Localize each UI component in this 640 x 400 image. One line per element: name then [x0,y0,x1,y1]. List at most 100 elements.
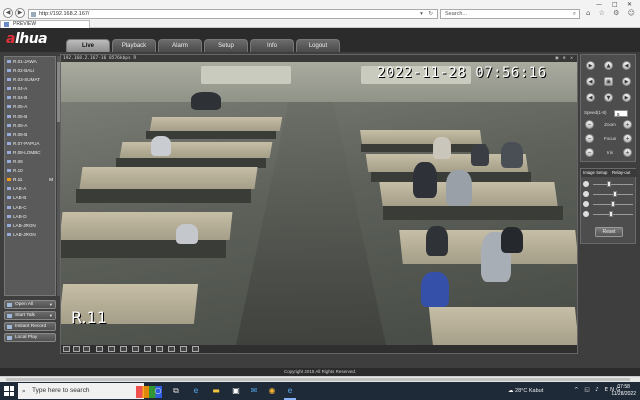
task-view-icon[interactable]: ⧉ [170,385,182,397]
stream-icon[interactable] [192,346,199,352]
layout-36-icon[interactable] [132,346,139,352]
address-bar[interactable]: http://192.168.2.167/ ▾ ↻ [28,9,438,19]
focus-out-button[interactable]: − [585,134,594,143]
saturation-knob[interactable] [609,211,614,217]
channel-item[interactable]: LAB-B [5,193,55,202]
video-window-icons[interactable]: ▣ ⚙ ✕ [555,55,574,62]
menu-info[interactable]: Info [250,39,294,52]
layout-1-icon[interactable] [63,346,70,352]
layout-16-icon[interactable] [108,346,115,352]
channel-item[interactable]: R.08-LOMBC [5,148,55,157]
hue-slider[interactable] [583,201,635,208]
brightness-knob[interactable] [607,181,612,187]
ptz-right-button[interactable]: ▶ [622,77,631,86]
contrast-knob[interactable] [612,191,617,197]
menu-setup[interactable]: Setup [204,39,248,52]
ptz-up-right-button[interactable]: ◀ [622,61,631,70]
browser-toolbar-icons[interactable]: ⌂ ☆ ⚙ ☺ [586,9,638,17]
open-all-button[interactable]: Open All ▾ [4,300,56,309]
local-play-button[interactable]: Local Play [4,333,56,342]
ptz-up-left-button[interactable]: ▶ [586,61,595,70]
channel-item[interactable]: R.06-A [5,121,55,130]
video-window: 192.168.2.167-16 8576kbps R ▣ ⚙ ✕ 2022-1… [60,54,578,354]
iris-label: Iris [607,150,613,155]
store-icon[interactable]: ▣ [230,385,242,397]
channel-item[interactable]: R.07-PAPUA [5,139,55,148]
layout-25-icon[interactable] [120,346,127,352]
minimize-button[interactable]: — [596,1,602,8]
file-explorer-icon[interactable]: ▬ [210,385,222,397]
taskbar-search-input[interactable]: ⌕ Type here to search [18,383,162,399]
image-setup-tab[interactable]: Image Setup [583,169,607,177]
back-button[interactable]: ◀ [3,8,13,18]
search-icon[interactable]: ⌕ [573,10,576,19]
ptz-up-button[interactable]: ▲ [604,61,613,70]
audio-icon[interactable] [180,346,187,352]
channel-item[interactable]: R.10 [5,166,55,175]
brightness-slider[interactable] [583,181,635,188]
channel-item[interactable]: R.05-B [5,112,55,121]
layout-custom-icon[interactable] [144,346,151,352]
channel-item[interactable]: LAB-JRGN [5,221,55,230]
snapshot-icon[interactable] [156,346,163,352]
channel-item[interactable]: R.02-BALI [5,66,55,75]
ptz-down-button[interactable]: ▼ [604,93,613,102]
focus-in-button[interactable]: + [623,134,632,143]
windows-start-icon[interactable] [4,386,14,396]
ptz-left-button[interactable]: ◀ [586,77,595,86]
menu-playback[interactable]: Playback [112,39,156,52]
cortana-icon[interactable]: ○ [152,385,164,397]
browser-tab[interactable]: PREVIEW [0,20,90,28]
fullscreen-icon[interactable] [83,346,90,352]
channel-item[interactable]: R.05-A [5,102,55,111]
weather-widget[interactable]: ☁ 28°C Kabut [508,388,543,394]
browser-search-input[interactable]: Search... ⌕ [440,9,580,19]
start-talk-button[interactable]: Start Talk ▾ [4,311,56,320]
desk-shadow [361,144,486,152]
ptz-center-button[interactable]: ▣ [604,77,613,86]
record-icon[interactable] [168,346,175,352]
channel-item[interactable]: R.09 [5,157,55,166]
channel-item[interactable]: R.01-JAWA [5,57,55,66]
layout-9-icon[interactable] [96,346,103,352]
internet-explorer-icon[interactable]: e [284,385,296,397]
edge-icon[interactable]: e [190,385,202,397]
channel-item[interactable]: R.11 M [5,175,55,184]
chrome-icon[interactable]: ◉ [266,385,278,397]
channel-item[interactable]: R.03-SUMAT [5,75,55,84]
layout-4-icon[interactable] [73,346,80,352]
taskbar-clock[interactable]: 07:58 11/28/2022 [611,384,636,398]
channel-item[interactable]: R.04-B [5,93,55,102]
instant-record-button[interactable]: Instant Record [4,322,56,331]
channel-item[interactable]: R.04-A [5,84,55,93]
speed-select[interactable]: 5 [614,110,628,117]
channel-item[interactable]: R.06-B [5,130,55,139]
live-video[interactable]: 2022-11-28 07:56:16 R.11 [61,62,577,345]
channel-item[interactable]: LAB-A [5,184,55,193]
contrast-slider[interactable] [583,191,635,198]
address-tools[interactable]: ▾ ↻ [420,10,435,19]
channel-item[interactable]: LAB-JRGN [5,230,55,239]
zoom-out-button[interactable]: − [585,120,594,129]
menu-alarm[interactable]: Alarm [158,39,202,52]
relay-out-tab[interactable]: Relay-out [612,169,630,177]
ptz-down-left-button[interactable]: ◀ [586,93,595,102]
maximize-button[interactable]: □ [612,1,618,8]
chevron-down-icon[interactable]: ▾ [50,312,52,320]
mail-icon[interactable]: ✉ [248,385,260,397]
channel-item[interactable]: LAB-C [5,203,55,212]
menu-logout[interactable]: Logout [296,39,340,52]
iris-close-button[interactable]: − [585,148,594,157]
saturation-slider[interactable] [583,211,635,218]
chevron-down-icon[interactable]: ▾ [50,301,52,309]
iris-open-button[interactable]: + [623,148,632,157]
hue-knob[interactable] [611,201,615,207]
zoom-in-button[interactable]: + [623,120,632,129]
forward-button[interactable]: ▶ [15,8,25,18]
menu-live[interactable]: Live [66,39,110,52]
close-window-button[interactable]: ✕ [627,1,632,8]
scrollbar-thumb[interactable] [6,378,630,381]
reset-button[interactable]: Reset [595,227,623,237]
ptz-down-right-button[interactable]: ▶ [622,93,631,102]
channel-item[interactable]: LAB-D [5,212,55,221]
